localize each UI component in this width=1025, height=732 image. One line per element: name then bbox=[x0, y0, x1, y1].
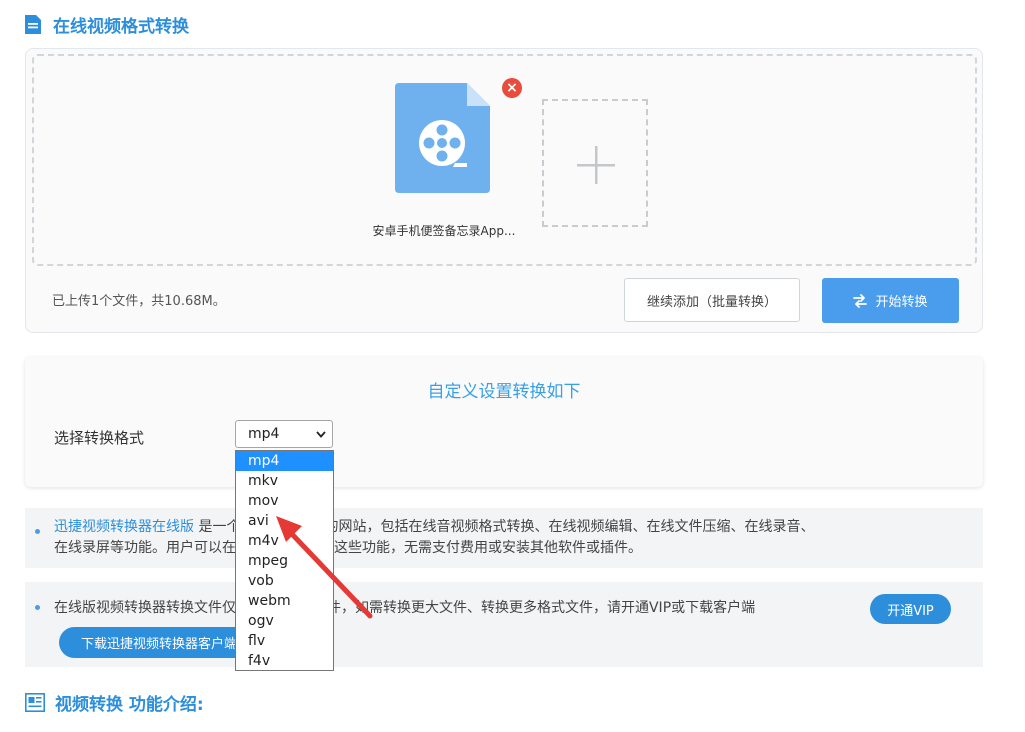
format-option-vob[interactable]: vob bbox=[236, 571, 333, 591]
uploaded-file-name: 安卓手机便签备忘录App... bbox=[372, 224, 516, 238]
close-icon: × bbox=[506, 80, 518, 96]
format-option-mpeg[interactable]: mpeg bbox=[236, 551, 333, 571]
upload-dropzone[interactable]: × 安卓手机便签备忘录App... bbox=[32, 54, 977, 266]
start-convert-label: 开始转换 bbox=[875, 295, 928, 310]
download-client-label: 下载迅捷视频转换器客户端 bbox=[80, 637, 237, 652]
format-select-value: mp4 bbox=[248, 426, 280, 442]
format-option-mov[interactable]: mov bbox=[236, 491, 333, 511]
product-link[interactable]: 迅捷视频转换器在线版 bbox=[54, 519, 194, 535]
start-convert-button[interactable]: 开始转换 bbox=[822, 278, 959, 323]
info-box-intro: 迅捷视频转换器在线版 是一个提供在线功能的网站，包括在线音视频格式转换、在线视频… bbox=[25, 508, 983, 568]
format-select[interactable]: mp4 bbox=[235, 420, 333, 448]
format-option-mp4[interactable]: mp4 bbox=[236, 451, 333, 471]
continue-add-label: 继续添加（批量转换） bbox=[646, 294, 777, 310]
plus-icon bbox=[577, 146, 615, 184]
format-option-webm[interactable]: webm bbox=[236, 591, 333, 611]
format-label: 选择转换格式 bbox=[54, 429, 145, 447]
info-box-limits: 在线版视频转换器转换文件仅支持2M以内文件，如需转换更大文件、转换更多格式文件，… bbox=[25, 582, 983, 667]
format-option-mkv[interactable]: mkv bbox=[236, 471, 333, 491]
intro-text-line2: 在线录屏等功能。用户可以在网站上免费试用这些功能，无需支付费用或安装其他软件或插… bbox=[54, 540, 642, 556]
upload-card: × 安卓手机便签备忘录App... 已上传1个文件，共10.68M。 继续添加（… bbox=[25, 48, 983, 333]
chevron-down-icon bbox=[316, 431, 326, 438]
format-option-f4v[interactable]: f4v bbox=[236, 651, 333, 671]
open-vip-label: 开通VIP bbox=[887, 603, 934, 619]
page-header: 在线视频格式转换 bbox=[25, 10, 189, 38]
settings-title: 自定义设置转换如下 bbox=[427, 382, 581, 402]
remove-file-button[interactable]: × bbox=[502, 78, 522, 98]
bullet-dot bbox=[35, 605, 40, 610]
document-icon bbox=[25, 14, 41, 34]
news-icon bbox=[25, 692, 45, 712]
settings-card: 自定义设置转换如下 选择转换格式 mp4 bbox=[25, 357, 983, 487]
upload-status-text: 已上传1个文件，共10.68M。 bbox=[52, 294, 226, 309]
format-option-m4v[interactable]: m4v bbox=[236, 531, 333, 551]
swap-arrows-icon bbox=[853, 293, 868, 308]
format-dropdown-list: mp4 mkv mov avi m4v mpeg vob webm ogv flv f4v bbox=[235, 450, 334, 671]
download-client-button[interactable]: 下载迅捷视频转换器客户端 bbox=[59, 627, 259, 658]
page-title: 在线视频格式转换 bbox=[53, 16, 189, 37]
open-vip-button[interactable]: 开通VIP bbox=[870, 594, 951, 624]
format-option-avi[interactable]: avi bbox=[236, 511, 333, 531]
limits-text: 在线版视频转换器转换文件仅支持2M以内文件，如需转换更大文件、转换更多格式文件，… bbox=[54, 600, 756, 616]
bullet-dot bbox=[35, 529, 40, 534]
continue-add-button[interactable]: 继续添加（批量转换） bbox=[624, 278, 800, 322]
features-heading: 视频转换 功能介绍: bbox=[25, 689, 204, 715]
video-file-icon bbox=[395, 83, 490, 193]
format-option-flv[interactable]: flv bbox=[236, 631, 333, 651]
features-title: 视频转换 功能介绍: bbox=[55, 694, 204, 715]
add-file-slot[interactable] bbox=[542, 99, 648, 227]
format-option-ogv[interactable]: ogv bbox=[236, 611, 333, 631]
info-intro-text: 迅捷视频转换器在线版 是一个提供在线功能的网站，包括在线音视频格式转换、在线视频… bbox=[54, 517, 979, 559]
